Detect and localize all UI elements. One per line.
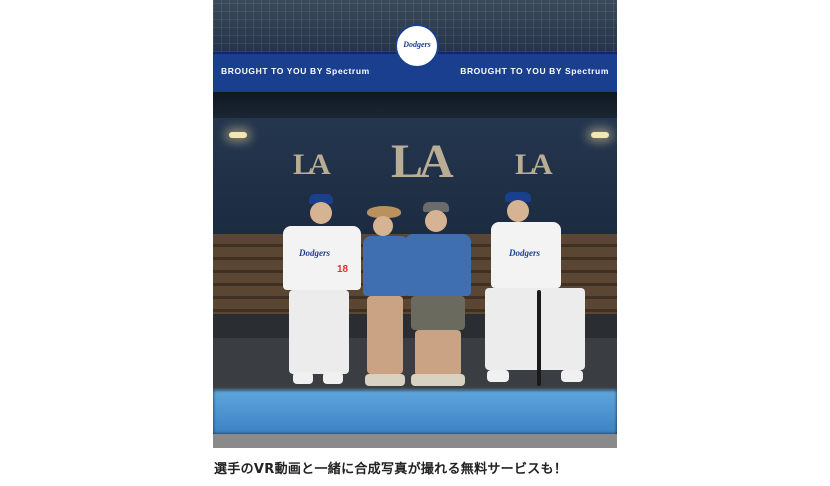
player-right: Dodgers bbox=[483, 192, 587, 390]
banner-right-text: BROUGHT TO YOU BY Spectrum bbox=[460, 66, 609, 76]
banner-left-text: BROUGHT TO YOU BY Spectrum bbox=[221, 66, 370, 76]
baseball-bat bbox=[537, 290, 541, 386]
jersey-number: 18 bbox=[337, 264, 349, 275]
dugout-roof bbox=[213, 92, 617, 118]
dugout-railing bbox=[213, 390, 617, 434]
fan-man bbox=[401, 202, 473, 390]
ceiling-lamp-right bbox=[591, 132, 609, 138]
jersey-text-left: Dodgers bbox=[299, 248, 330, 258]
dodgers-logo-text: Dodgers bbox=[403, 40, 431, 49]
la-logo-center: LA bbox=[391, 135, 454, 188]
la-logo-left: LA bbox=[293, 148, 331, 181]
la-logo-right: LA bbox=[515, 148, 553, 181]
ceiling-lamp-left bbox=[229, 132, 247, 138]
photo-caption: 選手のVR動画と一緒に合成写真が撮れる無料サービスも！ bbox=[214, 462, 568, 477]
dodgers-logo: Dodgers bbox=[395, 24, 439, 68]
dugout-photo: BROUGHT TO YOU BY Spectrum BROUGHT TO YO… bbox=[213, 0, 617, 448]
jersey-text-right: Dodgers bbox=[509, 248, 540, 258]
